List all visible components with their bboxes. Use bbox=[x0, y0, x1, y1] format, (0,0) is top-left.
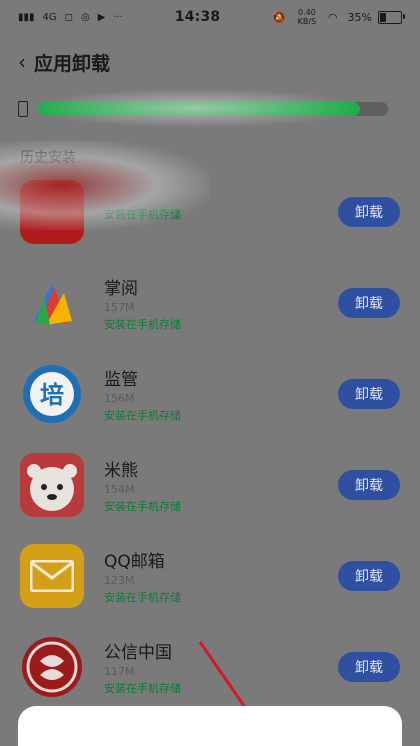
phone-storage-icon bbox=[18, 101, 28, 117]
list-item: 安装在手机存储 卸载 bbox=[0, 166, 420, 257]
chat-icon: ◎ bbox=[80, 11, 90, 23]
back-arrow-icon[interactable]: ‹ bbox=[18, 50, 26, 74]
bottom-sheet bbox=[18, 706, 402, 746]
list-item: 公信中国 117M 安装在手机存储 卸载 bbox=[0, 621, 420, 712]
status-left: ▮▮▮ 4G ◻ ◎ ▶ ··· bbox=[18, 12, 123, 23]
net-speed: 0.40 KB/S bbox=[297, 8, 317, 26]
app-icon-wrap bbox=[20, 452, 84, 517]
storage-bar-fill bbox=[38, 102, 360, 116]
app-icon-wrap: 培 bbox=[20, 361, 84, 426]
qqmail-icon bbox=[20, 543, 84, 608]
list-item: 掌阅 157M 安装在手机存储 卸载 bbox=[0, 257, 420, 348]
status-right: 🔕 0.40 KB/S ◠ 35% bbox=[272, 8, 405, 26]
app-icon-wrap bbox=[20, 270, 84, 335]
app-location: 安装在手机存储 bbox=[104, 681, 181, 695]
battery-indicator: 35% bbox=[347, 10, 405, 24]
app-location: 安装在手机存储 bbox=[104, 590, 181, 604]
video-icon: ▶ bbox=[97, 11, 106, 23]
nfc-icon: ◻ bbox=[64, 11, 73, 23]
more-dots-icon: ··· bbox=[113, 11, 123, 23]
signal-icon: ▮▮▮ bbox=[18, 11, 35, 23]
uninstall-button[interactable]: 卸载 bbox=[338, 196, 400, 227]
uninstall-button[interactable]: 卸载 bbox=[338, 560, 400, 591]
status-bar: ▮▮▮ 4G ◻ ◎ ▶ ··· 14:38 🔕 0.40 KB/S ◠ 35% bbox=[0, 0, 420, 34]
app-location: 安装在手机存储 bbox=[104, 499, 181, 513]
zhangyue-icon bbox=[20, 270, 84, 335]
app-location: 安装在手机存储 bbox=[104, 317, 181, 331]
uninstall-button[interactable]: 卸载 bbox=[338, 469, 400, 500]
page-header: ‹ 应用卸载 bbox=[0, 40, 420, 84]
app-list: 安装在手机存储 卸载 掌阅 157M 安装在手机存储 卸载 培 监管 156M … bbox=[0, 166, 420, 712]
status-time: 14:38 bbox=[174, 9, 221, 25]
page-title: 应用卸载 bbox=[34, 52, 111, 75]
uninstall-button[interactable]: 卸载 bbox=[338, 378, 400, 409]
storage-bar bbox=[38, 102, 388, 116]
uninstall-button[interactable]: 卸载 bbox=[338, 651, 400, 682]
list-item: 培 监管 156M 安装在手机存储 卸载 bbox=[0, 348, 420, 439]
app-icon-wrap bbox=[20, 179, 84, 244]
wifi-icon: ◠ bbox=[327, 10, 338, 24]
app-icon-wrap bbox=[20, 543, 84, 608]
app-icon-wrap bbox=[20, 634, 84, 699]
mixiong-icon bbox=[20, 452, 84, 517]
redacted-app-icon bbox=[20, 179, 84, 244]
svg-text:培: 培 bbox=[40, 381, 64, 409]
mute-icon: 🔕 bbox=[272, 10, 286, 24]
app-location: 安装在手机存储 bbox=[104, 408, 181, 422]
battery-icon bbox=[378, 10, 405, 24]
list-item: 米熊 154M 安装在手机存储 卸载 bbox=[0, 439, 420, 530]
uninstall-button[interactable]: 卸载 bbox=[338, 287, 400, 318]
section-label: 历史安装 bbox=[20, 150, 76, 166]
gongxin-icon bbox=[20, 634, 84, 699]
network-label: 4G bbox=[42, 11, 57, 23]
battery-percent: 35% bbox=[347, 10, 372, 24]
storage-usage bbox=[18, 96, 388, 122]
list-item: QQ邮箱 123M 安装在手机存储 卸载 bbox=[0, 530, 420, 621]
jianguan-icon: 培 bbox=[20, 361, 84, 426]
